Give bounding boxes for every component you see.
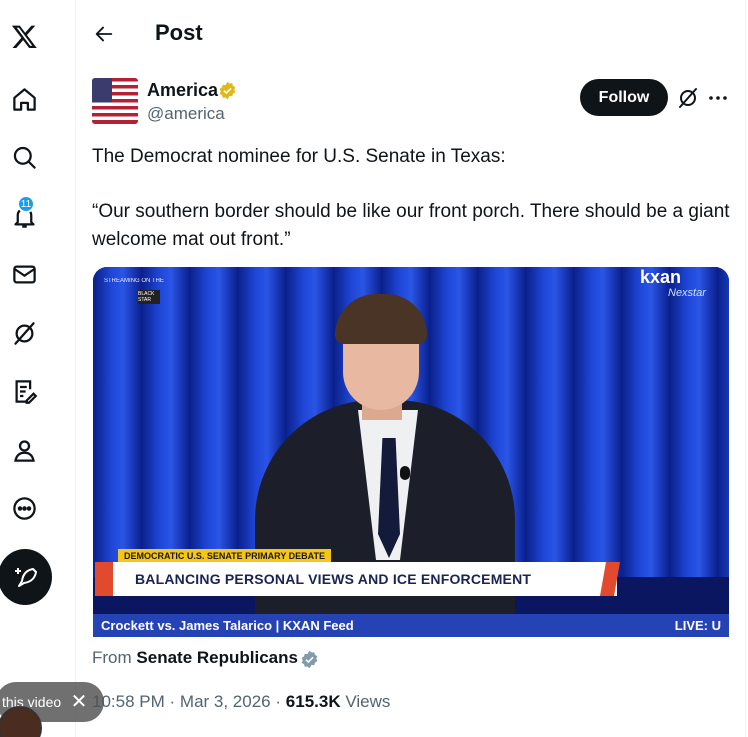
lower-third-headline: BALANCING PERSONAL VIEWS AND ICE ENFORCE…: [95, 562, 617, 596]
lists-icon[interactable]: [0, 367, 48, 415]
kxan-logo: kxan: [640, 267, 682, 287]
meta-separator: ·: [275, 692, 282, 711]
grok-explain-icon[interactable]: [676, 86, 700, 110]
stream-watermark: STREAMING ON THE: [104, 278, 164, 284]
profile-icon[interactable]: [0, 426, 48, 474]
more-options-icon[interactable]: [0, 484, 48, 532]
source-account-link[interactable]: Senate Republicans: [136, 648, 298, 667]
source-verified-icon: [301, 650, 318, 669]
ticker-live-label: LIVE: U: [674, 618, 721, 633]
verified-badge-icon: [219, 81, 236, 100]
ticker-text: Crockett vs. James Talarico | KXAN Feed: [101, 618, 354, 633]
stream-watermark-badge: BLACK STAR: [138, 290, 160, 304]
video-source-line: From Senate Republicans: [92, 648, 298, 668]
compose-feather-icon: [15, 568, 37, 587]
views-count: 615.3K: [285, 692, 341, 711]
nexstar-logo: Nexstar: [668, 287, 706, 299]
post-date[interactable]: Mar 3, 2026: [180, 692, 271, 711]
back-arrow-icon[interactable]: [90, 20, 118, 48]
post-meta: 10:58 PM · Mar 3, 2026 · 615.3K Views: [92, 692, 390, 712]
messages-icon[interactable]: [0, 250, 48, 298]
source-prefix: From: [92, 648, 132, 667]
page-title: Post: [155, 20, 203, 45]
microphone: [400, 466, 410, 480]
grok-icon[interactable]: [0, 309, 48, 357]
lower-third-tag: DEMOCRATIC U.S. SENATE PRIMARY DEBATE: [118, 549, 332, 563]
column-divider: [75, 0, 76, 737]
follow-button[interactable]: Follow: [580, 79, 668, 116]
sidebar-nav: 11: [0, 0, 52, 737]
home-icon[interactable]: [0, 75, 48, 123]
author-name[interactable]: America: [147, 80, 218, 101]
compose-post-button[interactable]: [0, 549, 52, 605]
notifications-icon[interactable]: 11: [0, 192, 48, 240]
x-logo-icon[interactable]: [0, 12, 48, 60]
notification-count-badge: 11: [17, 195, 35, 213]
column-divider-right: [745, 0, 746, 737]
post-text-quote: “Our southern border should be like our …: [92, 201, 730, 250]
post-more-icon[interactable]: [706, 86, 730, 110]
author-avatar[interactable]: [92, 78, 138, 124]
views-label: Views: [345, 692, 391, 711]
news-ticker: Crockett vs. James Talarico | KXAN Feed …: [93, 614, 729, 637]
author-handle[interactable]: @america: [147, 104, 225, 124]
meta-separator: ·: [169, 692, 176, 711]
close-icon[interactable]: ✕: [68, 690, 90, 713]
search-icon[interactable]: [0, 133, 48, 181]
post-text-intro: The Democrat nominee for U.S. Senate in …: [92, 146, 506, 167]
